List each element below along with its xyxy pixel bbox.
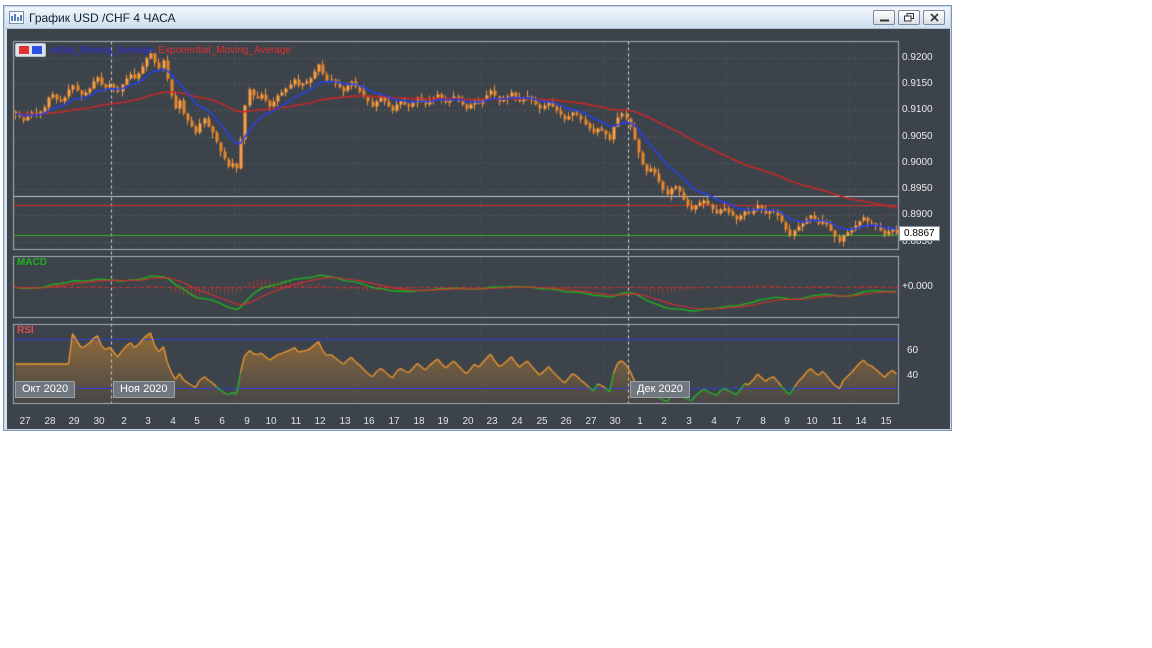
restore-icon [904,13,915,22]
close-button[interactable] [923,10,945,25]
chart-window: График USD /CHF 4 ЧАСА [3,5,952,431]
bar-chart-icon [9,11,24,24]
close-icon [930,13,939,22]
chart-client-area: ential_Moving_Average Exponential_Moving… [7,29,950,429]
window-title: График USD /CHF 4 ЧАСА [29,11,873,25]
window-titlebar[interactable]: График USD /CHF 4 ЧАСА [5,7,950,29]
restore-button[interactable] [898,10,920,25]
desktop-background: График USD /CHF 4 ЧАСА [0,0,1152,648]
minimize-button[interactable] [873,10,895,25]
minimize-icon [880,13,889,22]
chart-canvas[interactable] [7,29,950,429]
window-controls [873,10,945,25]
